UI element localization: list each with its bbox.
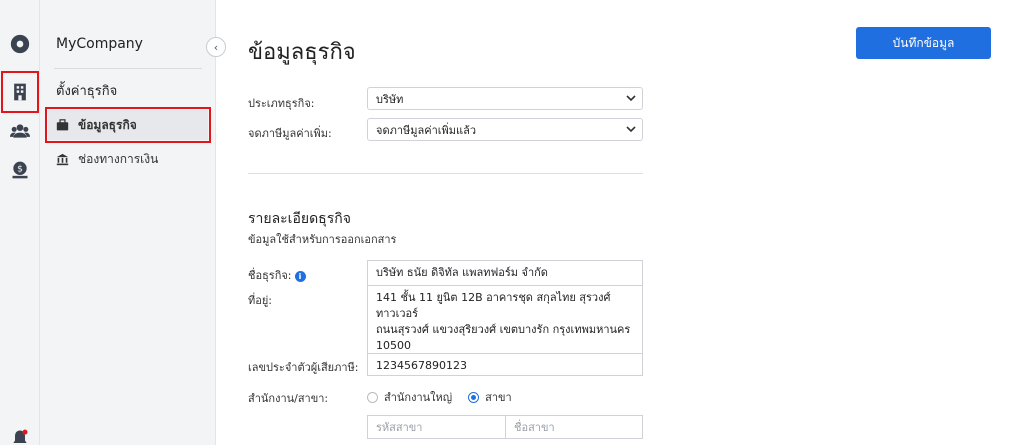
business-name-label: ชื่อธุรกิจ: i — [248, 266, 306, 284]
sidebar-item-payment-channels[interactable]: ช่องทางการเงิน — [48, 144, 208, 174]
collapse-sidebar-button[interactable]: ‹ — [206, 37, 226, 57]
tax-id-label: เลขประจำตัวผู้เสียภาษี: — [248, 361, 359, 374]
building-icon[interactable] — [8, 80, 32, 104]
radio-label: สำนักงานใหญ่ — [384, 391, 453, 404]
sidebar-item-business-info[interactable]: ข้อมูลธุรกิจ — [45, 107, 211, 143]
branch-inputs — [367, 415, 643, 439]
radio-button[interactable] — [367, 391, 378, 403]
money-icon[interactable]: $ — [8, 158, 32, 182]
sidebar-item-label: ช่องทางการเงิน — [78, 151, 159, 166]
business-name-field[interactable]: บริษัท ธนัย ดิจิทัล แพลทฟอร์ม จำกัด — [367, 260, 643, 285]
save-button[interactable]: บันทึกข้อมูล — [856, 27, 991, 59]
branch-name-input[interactable] — [506, 416, 642, 438]
address-line: ถนนสุรวงศ์ แขวงสุริยวงศ์ เขตบางรัก กรุงเ… — [376, 323, 631, 336]
users-icon[interactable] — [8, 119, 32, 143]
company-name: MyCompany — [56, 36, 143, 52]
section-title: ตั้งค่าธุรกิจ — [56, 84, 118, 99]
address-label: ที่อยู่: — [248, 294, 273, 307]
vat-value: จดภาษีมูลค่าเพิ่มแล้ว — [376, 123, 477, 137]
details-subtitle: ข้อมูลใช้สำหรับการออกเอกสาร — [248, 233, 397, 246]
chevron-down-icon — [626, 126, 636, 133]
info-icon[interactable]: i — [294, 270, 306, 282]
vat-label: จดภาษีมูลค่าเพิ่ม: — [248, 127, 332, 140]
business-type-label: ประเภทธุรกิจ: — [248, 97, 315, 110]
address-field[interactable]: 141 ชั้น 11 ยูนิต 12B อาคารชุด สกุลไทย ส… — [367, 285, 643, 353]
tax-id-field[interactable]: 1234567890123 — [367, 353, 643, 376]
address-line: 141 ชั้น 11 ยูนิต 12B อาคารชุด สกุลไทย ส… — [376, 291, 611, 304]
details-title: รายละเอียดธุรกิจ — [248, 211, 351, 227]
svg-text:$: $ — [17, 164, 23, 175]
briefcase-icon — [56, 118, 70, 132]
radio-button-selected[interactable] — [468, 391, 480, 403]
address-line: 10500 — [376, 339, 411, 352]
chevron-down-icon — [626, 95, 636, 102]
business-type-value: บริษัท — [376, 92, 404, 106]
bank-icon — [56, 152, 70, 166]
sidebar-divider — [54, 68, 202, 69]
bell-icon[interactable] — [8, 426, 32, 445]
radio-label: สาขา — [485, 391, 512, 404]
gear-icon[interactable] — [8, 32, 32, 56]
page-title: ข้อมูลธุรกิจ — [248, 40, 356, 65]
sidebar-item-label: ข้อมูลธุรกิจ — [78, 117, 137, 132]
business-type-select[interactable]: บริษัท — [367, 87, 643, 110]
address-line: ทาวเวอร์ — [376, 307, 419, 320]
vat-select[interactable]: จดภาษีมูลค่าเพิ่มแล้ว — [367, 118, 643, 141]
branch-code-input[interactable] — [368, 416, 506, 438]
radio-branch[interactable]: สาขา — [468, 388, 512, 406]
sidebar: MyCompany ตั้งค่าธุรกิจ ข้อมูลธุรกิจ ช่อ… — [40, 0, 216, 445]
chevron-left-icon: ‹ — [213, 40, 219, 54]
icon-rail: $ — [0, 0, 40, 445]
branch-label: สำนักงาน/สาขา: — [248, 392, 329, 405]
branch-radio-group: สำนักงานใหญ่ สาขา — [367, 388, 528, 406]
radio-head-office[interactable]: สำนักงานใหญ่ — [367, 388, 452, 406]
business-name-label-text: ชื่อธุรกิจ: — [248, 269, 292, 282]
section-divider — [248, 173, 643, 174]
